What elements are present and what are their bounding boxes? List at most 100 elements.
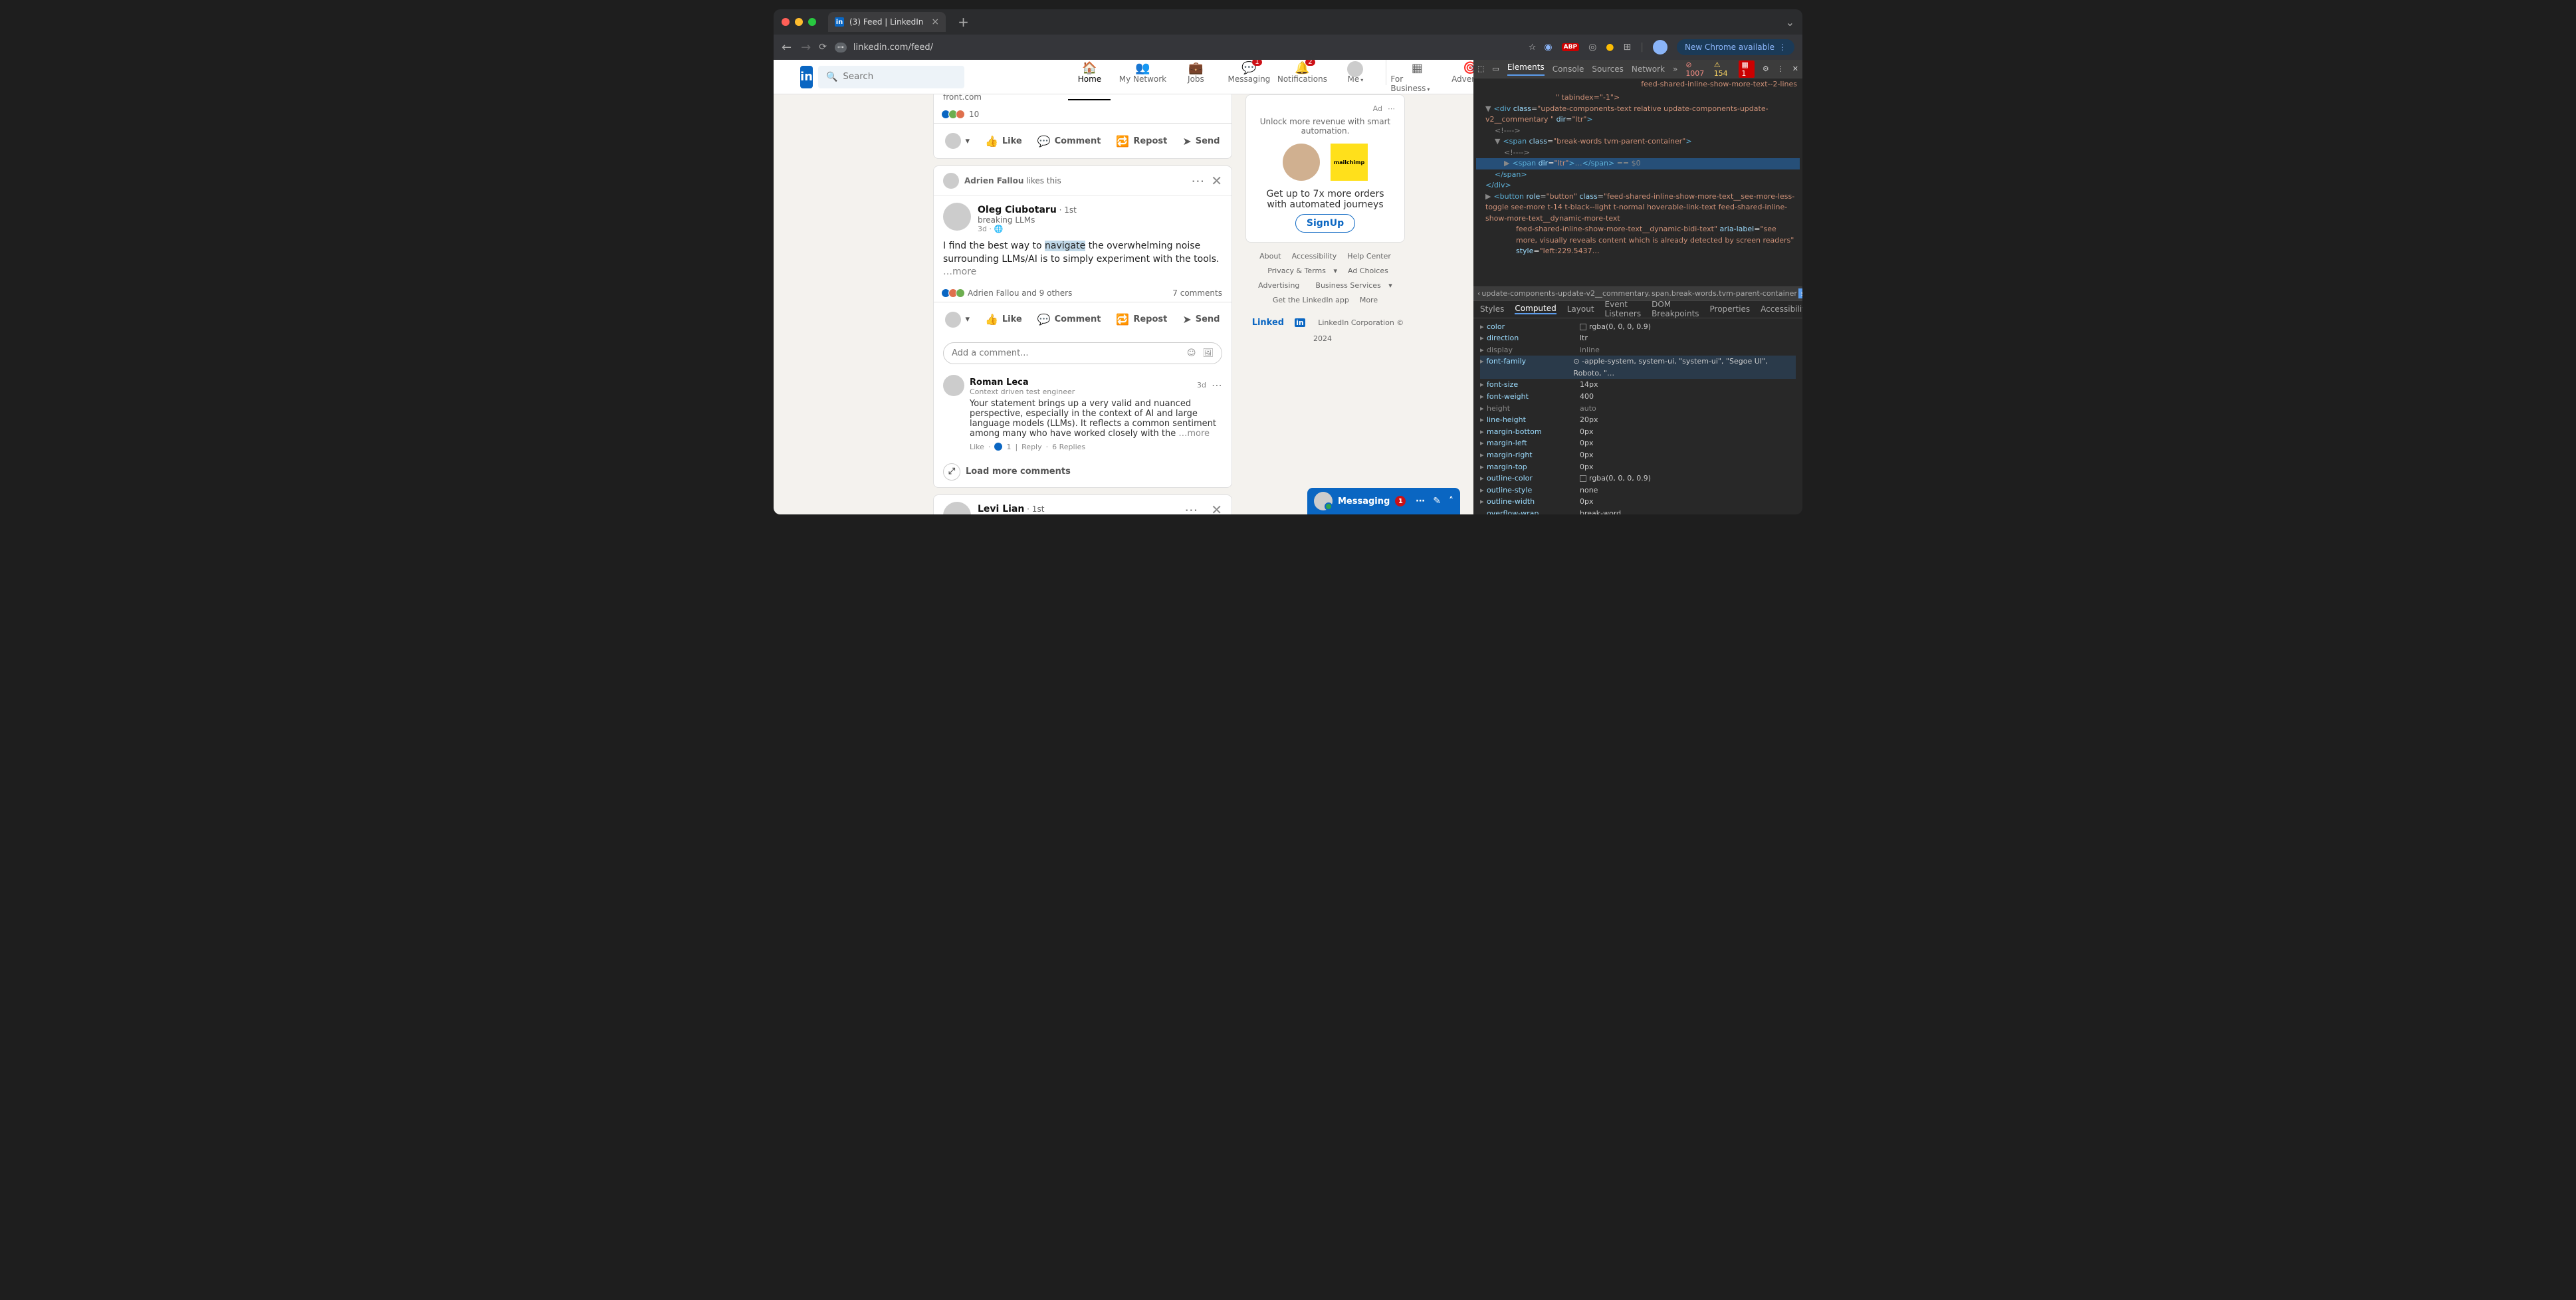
update-chrome-button[interactable]: New Chrome available⋮ [1677, 39, 1794, 55]
back-button[interactable]: ← [782, 41, 792, 54]
msg-menu-icon[interactable]: ⋯ [1416, 496, 1425, 506]
comment-menu-icon[interactable]: ⋯ [1212, 379, 1222, 391]
elements-tree[interactable]: " tabindex="-1"> ▼<div class="update-com… [1473, 90, 1802, 286]
close-window[interactable] [782, 18, 790, 26]
nav-me[interactable]: Me▾ [1329, 60, 1382, 96]
subtab-props[interactable]: Properties [1710, 304, 1751, 314]
load-more-comments[interactable]: ⤢ Load more comments [934, 457, 1232, 487]
post-menu-icon[interactable]: ⋯ [1184, 502, 1198, 514]
author-avatar[interactable] [943, 203, 971, 231]
warnings-badge[interactable]: ⚠ 154 [1714, 60, 1731, 78]
ad-cta-button[interactable]: SignUp [1295, 214, 1355, 233]
commenter-name[interactable]: Roman Leca [970, 378, 1029, 387]
adblock-icon[interactable]: ABP [1562, 43, 1579, 51]
see-more[interactable]: …more [943, 267, 976, 277]
subtab-events[interactable]: Event Listeners [1605, 300, 1642, 318]
tab-network[interactable]: Network [1632, 64, 1665, 74]
search-input[interactable] [843, 72, 956, 82]
commenter-avatar[interactable] [943, 375, 964, 396]
bookmark-star-icon[interactable]: ☆ [1529, 43, 1537, 53]
nav-messaging[interactable]: 💬1Messaging [1222, 60, 1275, 96]
close-devtools-icon[interactable]: ✕ [1792, 64, 1798, 73]
new-tab-button[interactable]: + [958, 14, 969, 30]
tab-title: (3) Feed | LinkedIn [849, 17, 923, 27]
tab-console[interactable]: Console [1553, 64, 1584, 74]
breadcrumb[interactable]: ‹ update-components-update-v2__commentar… [1473, 286, 1802, 301]
close-icon[interactable]: ✕ [1211, 502, 1222, 514]
subtab-styles[interactable]: Styles [1480, 304, 1504, 314]
reload-button[interactable]: ⟳ [819, 42, 827, 53]
nav-jobs[interactable]: 💼Jobs [1169, 60, 1222, 96]
reactions-row[interactable]: 10 [934, 106, 1232, 123]
post-menu-icon[interactable]: ⋯ [1191, 173, 1204, 189]
react-selector[interactable]: ▾ [940, 128, 975, 154]
browser-tab[interactable]: in (3) Feed | LinkedIn × [828, 12, 946, 32]
image-icon[interactable]: 🖼 [1202, 348, 1214, 358]
ext-icon-2[interactable]: ◎ [1588, 42, 1596, 53]
comment-input[interactable]: ☺ 🖼 [943, 342, 1222, 364]
subtab-dom[interactable]: DOM Breakpoints [1652, 300, 1699, 318]
issues-badge[interactable]: ▦ 1 [1739, 60, 1755, 78]
subtab-layout[interactable]: Layout [1567, 304, 1594, 314]
repost-button[interactable]: 🔁Repost [1111, 128, 1172, 154]
comment-button[interactable]: 💬Comment [1032, 128, 1107, 154]
like-button[interactable]: 👍Like [980, 306, 1027, 333]
tabs-menu-icon[interactable]: ⌄ [1786, 16, 1794, 29]
nav-network[interactable]: 👥My Network [1116, 60, 1169, 96]
author-name[interactable]: Oleg Ciubotaru [978, 205, 1057, 215]
nav-notifications[interactable]: 🔔2Notifications [1275, 60, 1329, 96]
emoji-icon[interactable]: ☺ [1187, 348, 1196, 358]
nav-advertise[interactable]: 🎯Advertise [1444, 60, 1473, 96]
chevron-up-icon[interactable]: ˄ [1449, 496, 1453, 506]
ext-icon-3[interactable]: ● [1606, 42, 1614, 53]
minimize-window[interactable] [795, 18, 803, 26]
social-avatar[interactable] [943, 173, 959, 189]
tab-more[interactable]: » [1673, 64, 1677, 74]
profile-icon[interactable] [1653, 40, 1667, 54]
tab-sources[interactable]: Sources [1592, 64, 1623, 74]
ext-icon-1[interactable]: ◉ [1544, 42, 1552, 53]
send-button[interactable]: ➤Send [1177, 306, 1225, 333]
extensions-icon[interactable]: ⊞ [1624, 42, 1632, 53]
reaction-icons [943, 110, 965, 119]
device-icon[interactable]: ▭ [1492, 64, 1499, 73]
comments-count[interactable]: 7 comments [1172, 288, 1222, 298]
feed-post-top: front.com 10 ▾ 👍Like 💬Comment 🔁Repost [933, 94, 1232, 159]
url-text: linkedin.com/feed/ [853, 43, 933, 53]
comment-reply[interactable]: Reply [1021, 443, 1041, 451]
forward-button[interactable]: → [801, 41, 811, 54]
like-icon: 👍 [985, 135, 998, 148]
site-info-icon[interactable]: ⊶ [835, 43, 847, 53]
comment-text: Your statement brings up a very valid an… [970, 399, 1222, 439]
subtab-a11y[interactable]: Accessibility [1761, 304, 1802, 314]
dt-menu-icon[interactable]: ⋮ [1777, 64, 1784, 73]
reactors-text[interactable]: Adrien Fallou and 9 others [968, 288, 1072, 298]
errors-badge[interactable]: ⊘ 1007 [1685, 60, 1705, 78]
address-field[interactable]: ⊶ linkedin.com/feed/ ☆ [835, 43, 1537, 53]
ad-menu-icon[interactable]: ⋯ [1388, 104, 1395, 113]
nav-business[interactable]: ▦For Business▾ [1390, 60, 1444, 96]
tab-elements[interactable]: Elements [1507, 62, 1545, 76]
comment-field[interactable] [952, 348, 1183, 358]
close-tab-icon[interactable]: × [931, 17, 939, 27]
comment-button[interactable]: 💬Comment [1032, 306, 1107, 333]
maximize-window[interactable] [808, 18, 816, 26]
comment-like[interactable]: Like [970, 443, 984, 451]
close-icon[interactable]: ✕ [1211, 173, 1222, 189]
send-button[interactable]: ➤Send [1177, 128, 1225, 154]
messaging-bar[interactable]: Messaging 1 ⋯ ✎ ˄ [1307, 488, 1460, 514]
settings-icon[interactable]: ⚙ [1763, 64, 1769, 73]
like-button[interactable]: 👍Like [980, 128, 1027, 154]
linkedin-logo[interactable]: in [800, 66, 813, 88]
repost-button[interactable]: 🔁Repost [1111, 306, 1172, 333]
footer-links: AboutAccessibilityHelp Center Privacy & … [1245, 249, 1405, 346]
subtab-computed[interactable]: Computed [1515, 304, 1556, 314]
react-selector[interactable]: ▾ [940, 306, 975, 333]
search-box[interactable]: 🔍 [818, 66, 964, 88]
author-avatar-2[interactable] [943, 502, 971, 514]
computed-styles[interactable]: ▸colorrgba(0, 0, 0, 0.9)▸directionltr▸di… [1473, 318, 1802, 515]
nav-home[interactable]: 🏠Home [1063, 60, 1116, 96]
content-area: in 🔍 🏠Home 👥My Network 💼Jobs 💬1Messaging… [774, 60, 1802, 514]
compose-icon[interactable]: ✎ [1433, 496, 1441, 506]
inspect-icon[interactable]: ⬚ [1477, 64, 1484, 73]
